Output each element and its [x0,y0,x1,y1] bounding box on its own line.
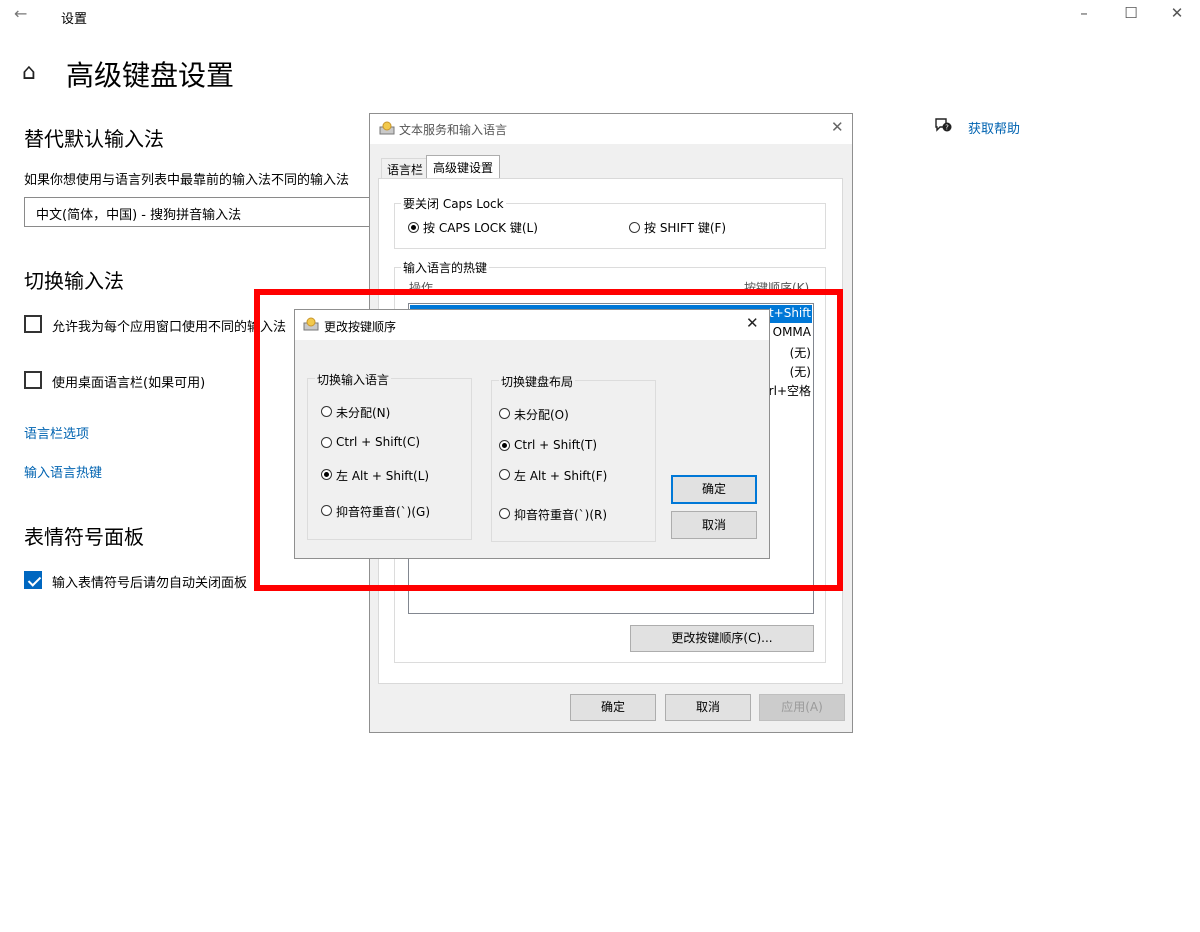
per-app-ime-checkbox[interactable] [24,315,42,333]
section-title-switch-ime: 切换输入法 [24,269,124,293]
help-chat-icon: ? [935,118,952,132]
layout-grave-label: 抑音符重音(`)(R) [514,508,608,522]
keyboard-globe-icon [379,121,395,135]
input-language-hotkeys-link[interactable]: 输入语言热键 [24,462,102,481]
section-title-emoji-panel: 表情符号面板 [24,525,144,549]
change-key-sequence-dialog: 更改按键顺序 ✕ 切换输入语言 未分配(N) Ctrl + Shift(C) 左… [294,309,770,559]
dialog2-cancel-button[interactable]: 取消 [671,511,757,539]
dialog-close-icon[interactable]: ✕ [831,118,844,136]
home-icon[interactable]: ⌂ [22,60,36,85]
layout-unassigned-label: 未分配(O) [514,408,569,422]
desktop-language-bar-label: 使用桌面语言栏(如果可用) [52,376,206,391]
caps-lock-group-label: 要关闭 Caps Lock [401,195,506,212]
lang-ctrl-shift-radio[interactable] [321,437,332,448]
layout-alt-shift-radio[interactable] [499,469,510,480]
lang-grave-radio[interactable] [321,505,332,516]
minimize-icon[interactable]: – [1069,4,1099,22]
change-key-sequence-button[interactable]: 更改按键顺序(C)... [630,625,814,652]
svg-text:?: ? [945,124,949,132]
emoji-panel-label: 输入表情符号后请勿自动关闭面板 [52,576,248,591]
caps-lock-key-radio[interactable] [408,222,419,233]
close-icon[interactable]: ✕ [1162,4,1192,22]
layout-alt-shift-label: 左 Alt + Shift(F) [514,469,608,483]
lang-unassigned-radio[interactable] [321,406,332,417]
back-arrow-icon[interactable]: ← [14,4,27,23]
hotkey-group-label: 输入语言的热键 [401,259,490,276]
dialog2-ok-button[interactable]: 确定 [671,475,757,504]
layout-unassigned-radio[interactable] [499,408,510,419]
tab-language-bar[interactable]: 语言栏 [381,158,430,180]
default-ime-dropdown[interactable]: 中文(简体，中国) - 搜狗拼音输入法 [24,197,384,227]
dialog-title: 文本服务和输入语言 [399,123,508,137]
get-help-link[interactable]: 获取帮助 [968,118,1020,137]
shift-key-radio[interactable] [629,222,640,233]
emoji-panel-checkbox[interactable] [24,571,42,589]
ok-button[interactable]: 确定 [570,694,656,721]
tab-advanced-key-settings[interactable]: 高级键设置 [426,155,501,179]
lang-grave-label: 抑音符重音(`)(G) [336,505,431,519]
layout-grave-radio[interactable] [499,508,510,519]
apply-button[interactable]: 应用(A) [759,694,845,721]
lang-ctrl-shift-label: Ctrl + Shift(C) [336,435,421,449]
layout-ctrl-shift-label: Ctrl + Shift(T) [514,438,598,452]
dialog-title: 更改按键顺序 [324,320,397,334]
shift-key-label: 按 SHIFT 键(F) [644,221,727,235]
keyboard-globe-icon [303,317,319,331]
maximize-icon[interactable]: ☐ [1116,4,1146,22]
switch-keyboard-layout-label: 切换键盘布局 [499,373,576,390]
lang-alt-shift-label: 左 Alt + Shift(L) [336,469,430,483]
layout-ctrl-shift-radio[interactable] [499,440,510,451]
page-title: 高级键盘设置 [66,59,235,92]
switch-input-language-label: 切换输入语言 [315,371,392,388]
lang-unassigned-label: 未分配(N) [336,406,391,420]
desktop-language-bar-checkbox[interactable] [24,371,42,389]
language-bar-options-link[interactable]: 语言栏选项 [24,423,89,442]
window-title: 设置 [61,12,88,27]
lang-alt-shift-radio[interactable] [321,469,332,480]
caps-lock-key-label: 按 CAPS LOCK 键(L) [423,221,538,235]
cancel-button[interactable]: 取消 [665,694,751,721]
dialog-close-icon[interactable]: ✕ [746,314,759,332]
section-description: 如果你想使用与语言列表中最靠前的输入法不同的输入法 [24,173,350,188]
section-title-default-ime: 替代默认输入法 [24,127,164,151]
